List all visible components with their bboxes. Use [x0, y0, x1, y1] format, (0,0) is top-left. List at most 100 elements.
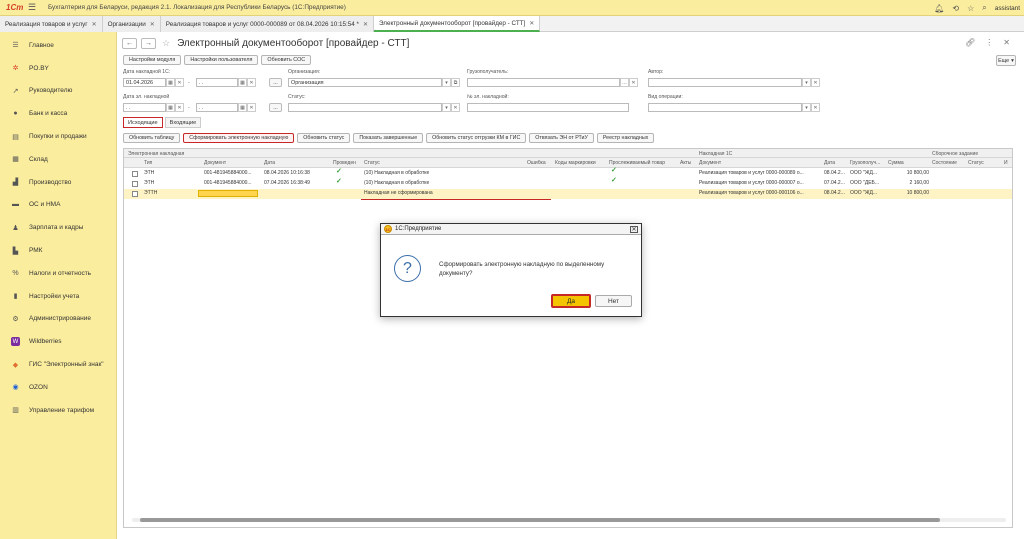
close-icon[interactable]: ✕ — [150, 21, 155, 28]
sidebar-item-rmk[interactable]: ▙ РМК — [0, 239, 116, 262]
tab-edo[interactable]: Электронный документооборот [провайдер -… — [373, 16, 541, 32]
sidebar-item-poby[interactable]: ✲ PO.BY — [0, 57, 116, 80]
star-icon[interactable]: ☆ — [967, 4, 974, 13]
op-type-field[interactable] — [648, 103, 802, 112]
invoice-registry-button[interactable]: Реестр накладных — [596, 133, 655, 143]
update-status-button[interactable]: Обновить статус — [297, 133, 351, 143]
user-name[interactable]: assistant — [995, 5, 1020, 12]
no-button[interactable]: Нет — [595, 295, 632, 307]
col-posted[interactable]: Проведен — [333, 160, 356, 166]
select-icon[interactable]: … — [620, 78, 629, 87]
chevron-down-icon[interactable]: ▾ — [442, 78, 451, 87]
tab-sales-doc[interactable]: Реализация товаров и услуг 0000-000089 о… — [160, 16, 374, 32]
col-tracked[interactable]: Прослеживаемый товар — [609, 160, 665, 166]
calendar-icon[interactable]: ▦ — [166, 103, 175, 112]
close-icon[interactable]: ✕ — [92, 21, 97, 28]
search-icon[interactable]: ⌕ — [982, 3, 986, 13]
link-icon[interactable]: 🔗︎ — [965, 38, 975, 47]
row-checkbox[interactable] — [132, 191, 138, 197]
show-completed-button[interactable]: Показать завершенные — [353, 133, 424, 143]
tab-incoming[interactable]: Входящие — [164, 117, 202, 128]
open-icon[interactable]: ⧉ — [451, 78, 460, 87]
clear-icon[interactable]: ✕ — [629, 78, 638, 87]
table-row[interactable]: ЭТН 001-481945884000... 08.04.2026 10:16… — [124, 167, 1012, 179]
col-consignee[interactable]: Грузополуч... — [850, 160, 880, 166]
sidebar-item-gis[interactable]: ◆ ГИС "Электронный знак" — [0, 353, 116, 376]
consignee-field[interactable] — [467, 78, 620, 87]
col-state[interactable]: Состояние — [932, 160, 957, 166]
favorite-star-icon[interactable]: ☆ — [162, 38, 170, 49]
col-error[interactable]: Ошибка — [527, 160, 546, 166]
clear-icon[interactable]: ✕ — [451, 103, 460, 112]
calendar-icon[interactable]: ▦ — [166, 78, 175, 87]
sidebar-item-purchases[interactable]: ▤ Покупки и продажи — [0, 125, 116, 148]
more-vert-icon[interactable]: ⋮ — [985, 38, 993, 47]
update-sos-button[interactable]: Обновить СОС — [261, 55, 312, 65]
sidebar-item-taxes[interactable]: % Налоги и отчетность — [0, 262, 116, 285]
col-document[interactable]: Документ — [204, 160, 226, 166]
clear-icon[interactable]: ✕ — [175, 78, 184, 87]
chevron-down-icon[interactable]: ▾ — [442, 103, 451, 112]
period-select-button[interactable]: ... — [269, 103, 282, 112]
yes-button[interactable]: Да — [551, 294, 591, 308]
date-el-to-field[interactable]: . . — [196, 103, 238, 112]
horizontal-scrollbar[interactable] — [132, 518, 1006, 522]
back-button[interactable]: ← — [122, 38, 137, 49]
tab-organizations[interactable]: Организации ✕ — [102, 16, 161, 32]
scrollbar-thumb[interactable] — [140, 518, 940, 522]
col-date[interactable]: Дата — [264, 160, 275, 166]
more-button[interactable]: Еще ▾ — [996, 55, 1016, 66]
col-doc1c[interactable]: Документ — [699, 160, 721, 166]
sidebar-item-manager[interactable]: ↗ Руководителю — [0, 80, 116, 103]
update-km-status-button[interactable]: Обновить статус отгрузки КМ в ГИС — [426, 133, 527, 143]
col-date1c[interactable]: Дата — [824, 160, 835, 166]
clear-icon[interactable]: ✕ — [247, 103, 256, 112]
period-select-button[interactable]: ... — [269, 78, 282, 87]
row-checkbox[interactable] — [132, 171, 138, 177]
col-status[interactable]: Статус — [364, 160, 380, 166]
sidebar-item-admin[interactable]: ⚙ Администрирование — [0, 308, 116, 331]
calendar-icon[interactable]: ▦ — [238, 103, 247, 112]
col-sum[interactable]: Сумма — [888, 160, 904, 166]
sidebar-item-bank[interactable]: ● Банк и касса — [0, 102, 116, 125]
tab-sales[interactable]: Реализация товаров и услуг ✕ — [0, 16, 103, 32]
sidebar-item-assets[interactable]: ▬ ОС и НМА — [0, 194, 116, 217]
history-icon[interactable]: ⟲ — [952, 4, 959, 13]
date-1c-from-field[interactable]: 01.04.2026 — [123, 78, 166, 87]
col-acts[interactable]: Акты — [680, 160, 691, 166]
col-type[interactable]: Тип — [144, 160, 152, 166]
date-1c-to-field[interactable]: . . — [196, 78, 238, 87]
tab-outgoing[interactable]: Исходящие — [123, 117, 163, 128]
cell-document-active[interactable] — [198, 190, 258, 197]
sidebar-item-ozon[interactable]: ◉ OZON — [0, 376, 116, 399]
sidebar-item-settings[interactable]: ▮ Настройки учета — [0, 285, 116, 308]
create-e-invoice-button[interactable]: Сформировать электронную накладную — [183, 133, 295, 143]
clear-icon[interactable]: ✕ — [811, 78, 820, 87]
sidebar-item-warehouse[interactable]: ▦ Склад — [0, 148, 116, 171]
calendar-icon[interactable]: ▦ — [238, 78, 247, 87]
date-el-from-field[interactable]: . . — [123, 103, 166, 112]
refresh-table-button[interactable]: Обновить таблицу — [123, 133, 181, 143]
sidebar-item-wildberries[interactable]: W Wildberries — [0, 330, 116, 353]
col-codes[interactable]: Коды маркировки — [555, 160, 596, 166]
unlink-en-button[interactable]: Отвязать ЭН от РТиУ — [529, 133, 594, 143]
clear-icon[interactable]: ✕ — [811, 103, 820, 112]
user-settings-button[interactable]: Настройки пользователя — [184, 55, 259, 65]
chevron-down-icon[interactable]: ▾ — [802, 103, 811, 112]
chevron-down-icon[interactable]: ▾ — [802, 78, 811, 87]
close-icon[interactable]: ✕ — [363, 21, 368, 28]
sidebar-item-tariff[interactable]: ▥ Управление тарифом — [0, 399, 116, 422]
clear-icon[interactable]: ✕ — [247, 78, 256, 87]
table-row-selected[interactable]: ЭТТН Накладная не сформирована Реализаци… — [124, 189, 1012, 199]
author-field[interactable] — [648, 78, 802, 87]
module-settings-button[interactable]: Настройки модуля — [123, 55, 182, 65]
bell-icon[interactable]: 🔔︎ — [934, 4, 944, 13]
status-field[interactable] — [288, 103, 442, 112]
sidebar-item-production[interactable]: ▟ Производство — [0, 171, 116, 194]
table-row[interactable]: ЭТН 001-481945884000... 07.04.2026 16:38… — [124, 177, 1012, 189]
sidebar-item-salary[interactable]: ♟ Зарплата и кадры — [0, 216, 116, 239]
dialog-close-button[interactable]: ✕ — [630, 226, 638, 233]
el-num-field[interactable] — [467, 103, 629, 112]
col-status2[interactable]: Статус — [968, 160, 984, 166]
sidebar-item-main[interactable]: ☰ Главное — [0, 34, 116, 57]
